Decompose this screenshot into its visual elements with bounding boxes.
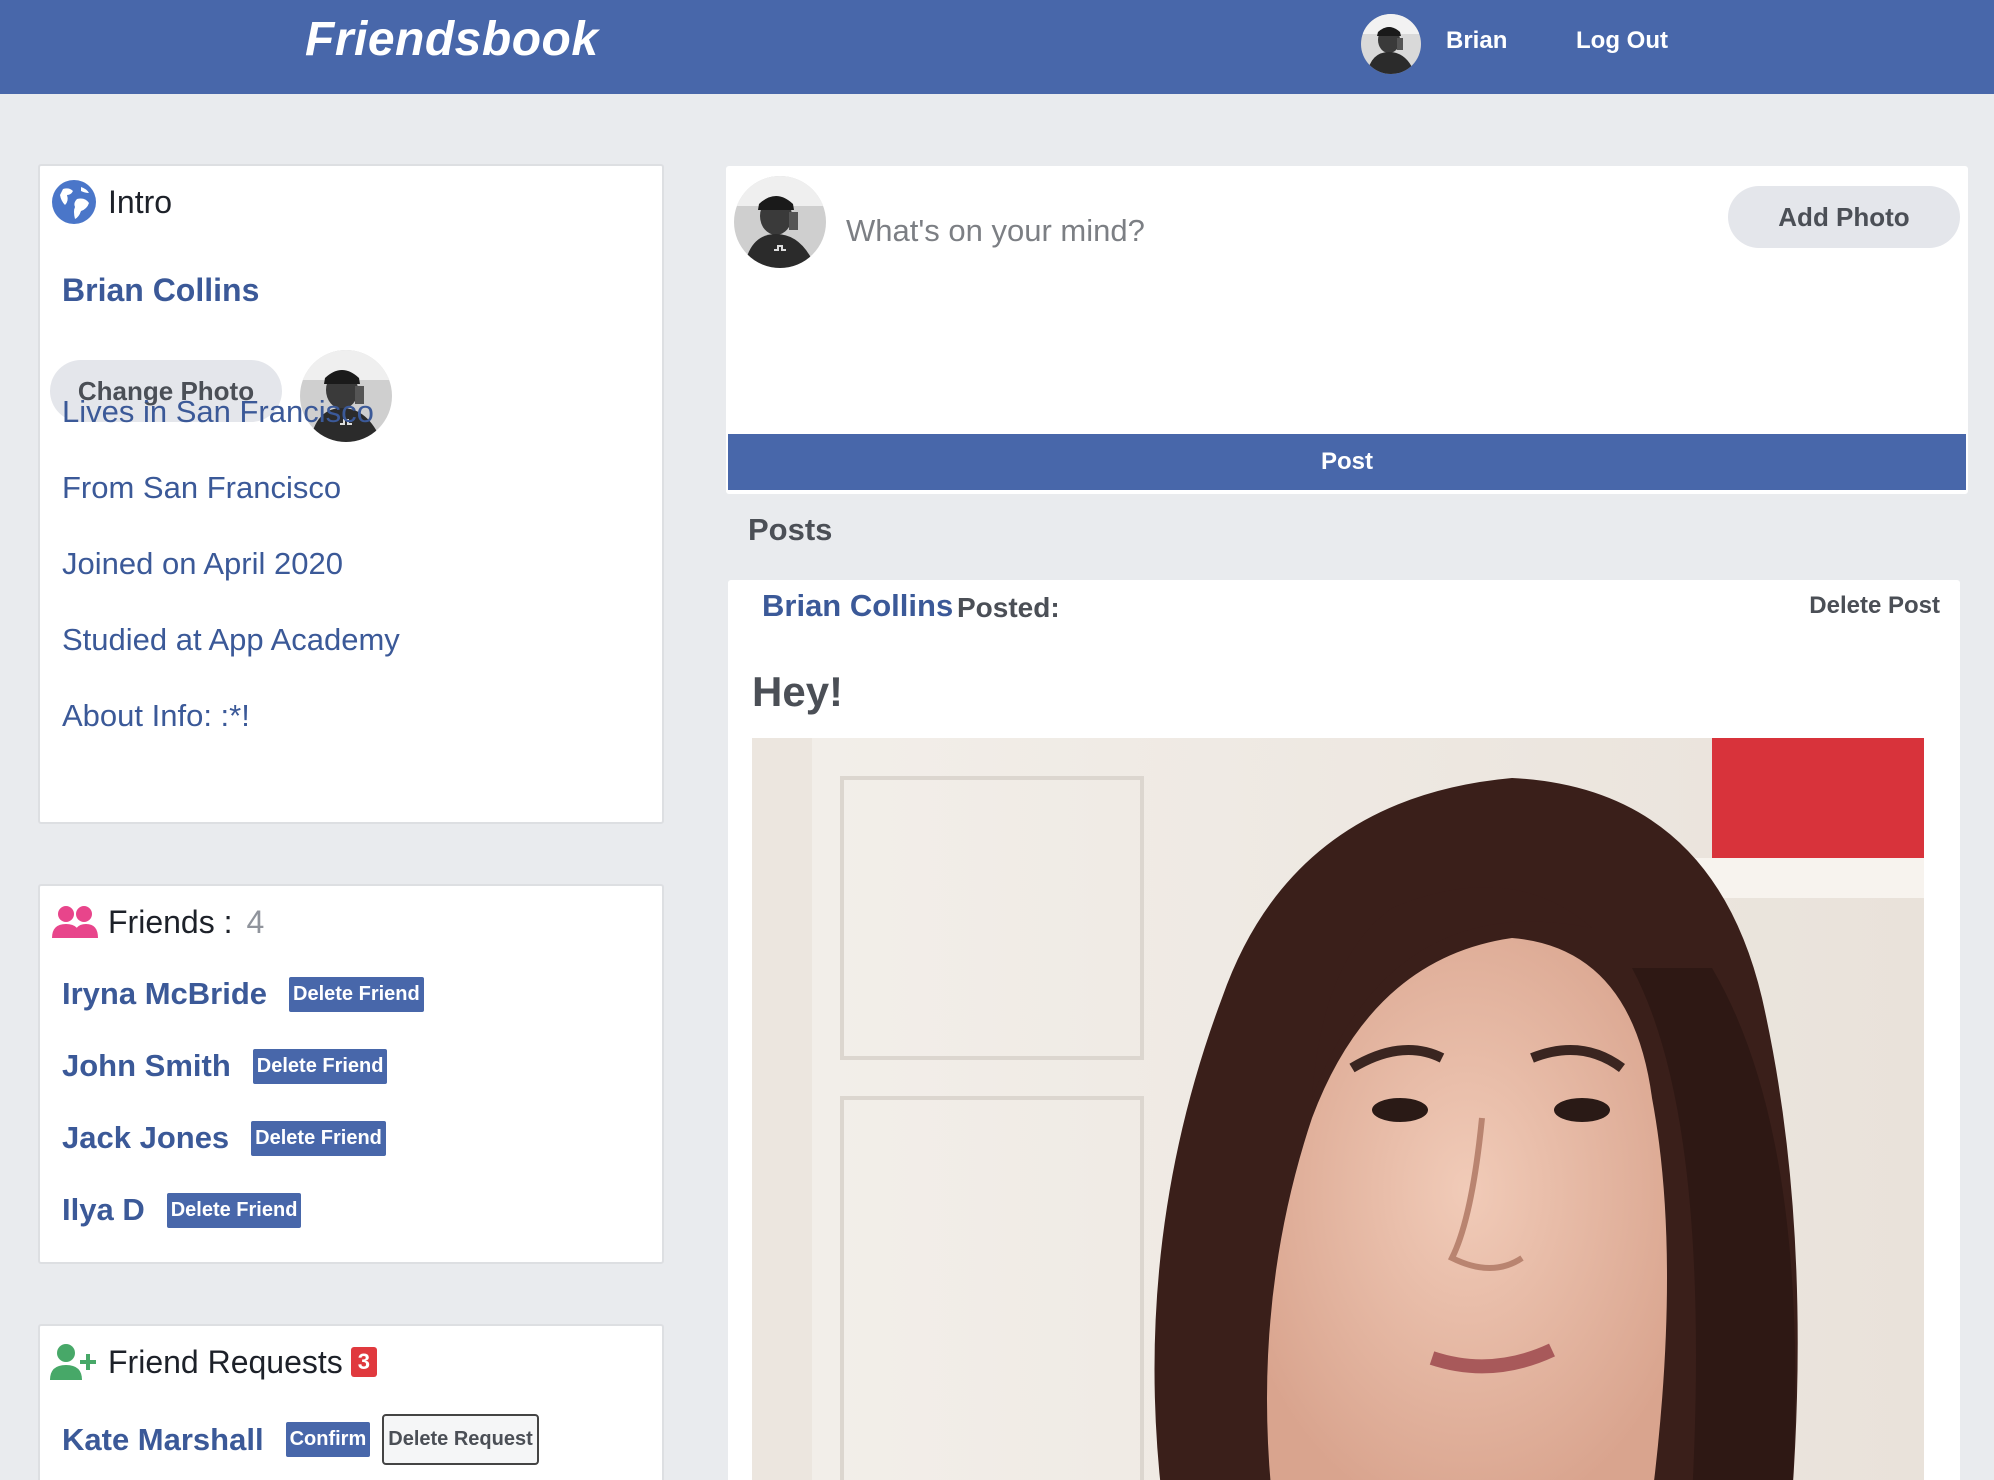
delete-post-button[interactable]: Delete Post bbox=[1809, 592, 1940, 620]
friend-row: Iryna McBride Delete Friend bbox=[62, 976, 424, 1012]
from-text: From San Francisco bbox=[62, 470, 342, 505]
friend-row: Jack Jones Delete Friend bbox=[62, 1120, 386, 1156]
composer-avatar bbox=[734, 176, 826, 268]
friends-card: Friends : 4 Iryna McBride Delete Friend … bbox=[38, 884, 664, 1264]
delete-request-button[interactable]: Delete Request bbox=[382, 1414, 539, 1465]
friend-name[interactable]: John Smith bbox=[62, 1048, 231, 1084]
post-verb-text: Posted: bbox=[957, 592, 1060, 623]
delete-friend-button[interactable]: Delete Friend bbox=[289, 976, 424, 1012]
friends-count: 4 bbox=[246, 903, 265, 940]
user-plus-icon bbox=[50, 1338, 98, 1386]
post-card: Brian Collins Posted: Delete Post Hey! bbox=[728, 580, 1960, 1480]
friends-title: Friends : bbox=[108, 903, 233, 940]
request-name[interactable]: Kate Marshall bbox=[62, 1422, 264, 1458]
friend-requests-card: Friend Requests 3 Kate Marshall Confirm … bbox=[38, 1324, 664, 1480]
request-row: Kate Marshall Confirm Delete Request bbox=[62, 1414, 539, 1465]
top-nav-bar: Friendsbook Brian Log Out bbox=[0, 0, 1994, 94]
friends-header: Friends : 4 bbox=[50, 898, 264, 946]
friend-name[interactable]: Iryna McBride bbox=[62, 976, 267, 1012]
friend-name[interactable]: Jack Jones bbox=[62, 1120, 229, 1156]
add-photo-button[interactable]: Add Photo bbox=[1728, 186, 1960, 248]
friend-row: John Smith Delete Friend bbox=[62, 1048, 388, 1084]
posts-heading: Posts bbox=[748, 512, 833, 547]
post-composer: Add Photo Post bbox=[726, 166, 1968, 494]
post-author-link[interactable]: Brian Collins bbox=[762, 588, 953, 624]
about-text: About Info: :*! bbox=[62, 698, 250, 733]
users-icon bbox=[50, 898, 98, 946]
post-input[interactable] bbox=[846, 206, 1446, 256]
intro-card: Intro Brian Collins Change Photo Lives i… bbox=[38, 164, 664, 824]
confirm-request-button[interactable]: Confirm bbox=[285, 1422, 371, 1457]
intro-header: Intro bbox=[50, 178, 172, 226]
intro-title: Intro bbox=[108, 183, 173, 220]
delete-friend-button[interactable]: Delete Friend bbox=[252, 1048, 388, 1084]
app-logo[interactable]: Friendsbook bbox=[305, 12, 599, 67]
joined-text: Joined on April 2020 bbox=[62, 546, 343, 581]
studied-text: Studied at App Academy bbox=[62, 622, 400, 657]
logout-link[interactable]: Log Out bbox=[1576, 27, 1668, 55]
post-button[interactable]: Post bbox=[728, 434, 1966, 490]
post-photo bbox=[752, 738, 1924, 1480]
nav-avatar[interactable] bbox=[1361, 14, 1421, 74]
requests-count-badge: 3 bbox=[350, 1347, 378, 1377]
friend-name[interactable]: Ilya D bbox=[62, 1192, 145, 1228]
globe-icon bbox=[50, 178, 98, 226]
requests-header: Friend Requests 3 bbox=[50, 1338, 378, 1386]
delete-friend-button[interactable]: Delete Friend bbox=[166, 1192, 302, 1228]
post-body-text: Hey! bbox=[752, 668, 844, 715]
nav-user-name[interactable]: Brian bbox=[1446, 27, 1507, 55]
friend-row: Ilya D Delete Friend bbox=[62, 1192, 302, 1228]
lives-in-text: Lives in San Francisco bbox=[62, 394, 374, 429]
profile-name[interactable]: Brian Collins bbox=[62, 272, 259, 309]
delete-friend-button[interactable]: Delete Friend bbox=[251, 1120, 386, 1156]
requests-title: Friend Requests bbox=[108, 1343, 343, 1380]
